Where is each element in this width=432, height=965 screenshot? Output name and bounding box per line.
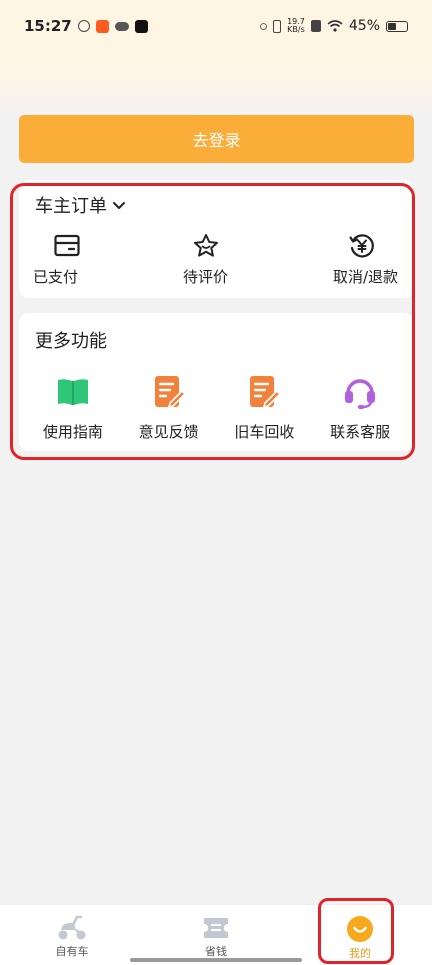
tiktok-icon — [134, 19, 148, 33]
tab-own-car[interactable]: 自有车 — [0, 905, 144, 965]
vibrate-icon — [273, 19, 282, 33]
status-left: 15:27 — [24, 17, 148, 35]
login-button[interactable]: 去登录 — [19, 115, 414, 163]
tab-label: 省钱 — [205, 945, 227, 958]
net-speed-unit: KB/s — [287, 25, 305, 34]
home-indicator[interactable] — [130, 958, 302, 962]
battery-percent: 45% — [348, 18, 380, 34]
scooter-icon — [58, 915, 86, 940]
status-bar: 15:27 19.7 KB/s 45% — [0, 0, 432, 52]
tab-save-money[interactable]: 省钱 — [144, 905, 288, 965]
tab-label: 自有车 — [55, 945, 89, 958]
taobao-notification-icon — [95, 19, 109, 33]
wifi-icon — [327, 20, 343, 32]
cloud-icon — [114, 21, 129, 31]
battery-icon — [386, 20, 408, 32]
annotation-highlight-box — [10, 183, 415, 460]
no-sim-icon — [310, 20, 321, 32]
app-notification-icon — [77, 20, 90, 32]
annotation-tab-highlight — [318, 898, 394, 964]
status-time: 15:27 — [24, 17, 72, 35]
coupon-icon — [204, 918, 228, 938]
net-speed: 19.7 KB/s — [287, 18, 305, 34]
location-dot-icon — [260, 22, 268, 30]
status-right: 19.7 KB/s 45% — [260, 18, 408, 34]
